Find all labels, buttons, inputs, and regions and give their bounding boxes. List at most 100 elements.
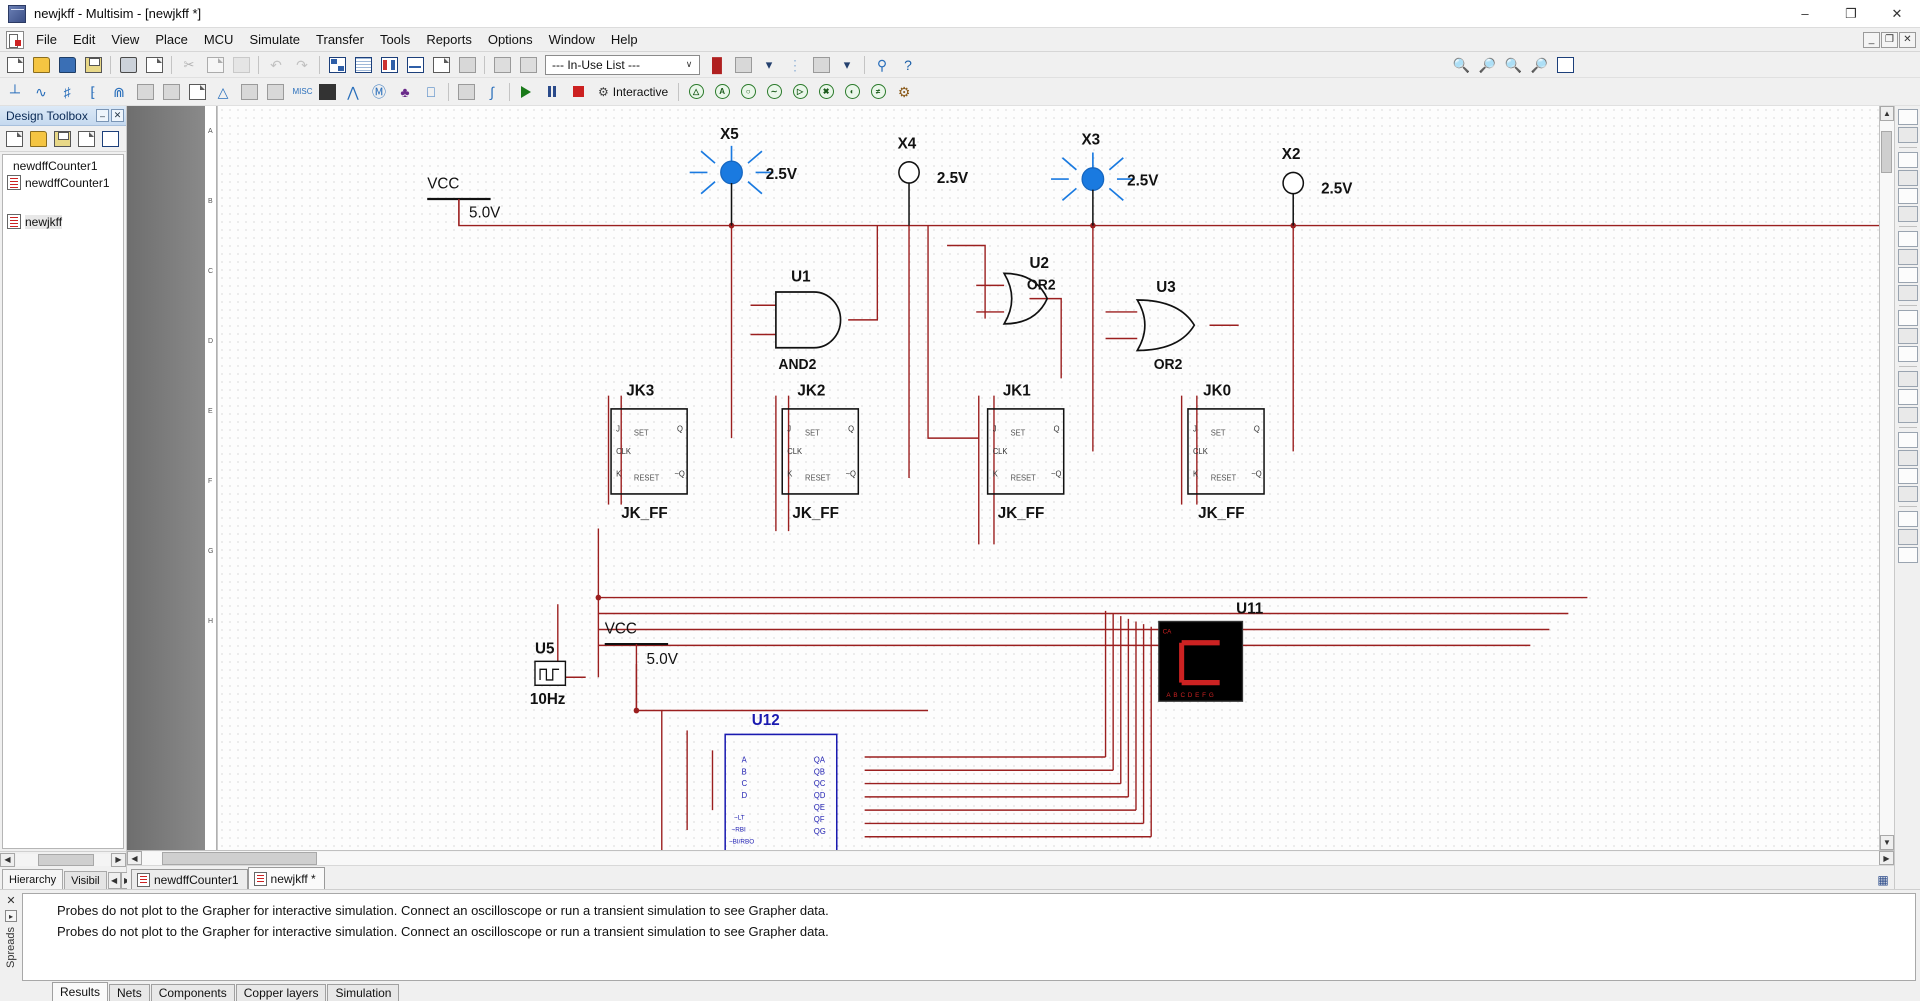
tool-annotate-button[interactable] xyxy=(1897,389,1918,405)
tool-ellipse-button[interactable] xyxy=(1897,206,1918,222)
analysis-distortion-button[interactable]: ✖ xyxy=(814,81,838,103)
tool-rect-button[interactable] xyxy=(1897,188,1918,204)
in-use-list-combo[interactable]: --- In-Use List --- ∨ xyxy=(545,54,700,75)
tool-comment-button[interactable] xyxy=(1897,310,1918,326)
close-button[interactable]: ✕ xyxy=(1874,0,1920,28)
maximize-button[interactable]: ❐ xyxy=(1828,0,1874,28)
place-component-button[interactable] xyxy=(731,54,755,76)
tool-export-button[interactable] xyxy=(1897,407,1918,423)
menu-view[interactable]: View xyxy=(103,29,147,50)
vscroll-thumb[interactable] xyxy=(1881,131,1892,173)
tool-report-button[interactable] xyxy=(1897,547,1918,563)
dtb-properties-button[interactable] xyxy=(100,129,121,149)
paste-button[interactable] xyxy=(229,54,253,76)
tool-settings-button[interactable] xyxy=(1897,450,1918,466)
flipflop-jk2[interactable]: SET RESET J CLK K Q ~Q JK2 JK_FF xyxy=(781,382,860,522)
print-button[interactable] xyxy=(116,54,140,76)
place-source-button[interactable]: ┴ xyxy=(3,81,27,103)
place-ttl-button[interactable] xyxy=(133,81,157,103)
multimeter-button[interactable] xyxy=(454,81,478,103)
place-misc-digital-button[interactable] xyxy=(185,81,209,103)
function-generator-button[interactable]: ∫ xyxy=(480,81,504,103)
postprocessor-button[interactable] xyxy=(429,54,453,76)
tool-line-button[interactable] xyxy=(1897,170,1918,186)
help-search-button[interactable]: ⚲ xyxy=(870,54,894,76)
analysis-monte-carlo-button[interactable]: ≠ xyxy=(866,81,890,103)
analysis-sweep-button[interactable]: ◐ xyxy=(840,81,864,103)
design-toolbox-close-button[interactable]: ✕ xyxy=(111,109,124,122)
scroll-left-arrow-icon[interactable]: ◀ xyxy=(0,852,15,867)
clock-source-u5[interactable]: U5 10Hz xyxy=(530,640,567,708)
design-toolbox-collapse-button[interactable]: – xyxy=(96,109,109,122)
scroll-down-arrow-icon[interactable]: ▼ xyxy=(1880,835,1894,850)
database-manager-button[interactable] xyxy=(377,54,401,76)
schematic-sheet[interactable]: VCC 5.0V VCC 5.0V X5 2.5V X4 2.5V X3 2.5… xyxy=(217,106,1879,850)
toggle-spreadsheet-view-button[interactable] xyxy=(351,54,375,76)
place-rf-button[interactable] xyxy=(315,81,339,103)
menu-mcu[interactable]: MCU xyxy=(196,29,242,50)
menu-simulate[interactable]: Simulate xyxy=(241,29,308,50)
tab-hierarchy[interactable]: Hierarchy xyxy=(2,869,64,889)
tool-select-button[interactable] xyxy=(1897,109,1918,125)
tool-instrument-button[interactable] xyxy=(1897,529,1918,545)
scroll-up-arrow-icon[interactable]: ▲ xyxy=(1880,106,1894,121)
place-analog-button[interactable]: ⋒ xyxy=(107,81,131,103)
place-misc-button[interactable]: MISC xyxy=(289,81,313,103)
bus-dropdown-button[interactable]: ▾ xyxy=(835,54,859,76)
tool-polygon-button[interactable] xyxy=(1897,249,1918,265)
menu-edit[interactable]: Edit xyxy=(65,29,103,50)
context-help-button[interactable]: ? xyxy=(896,54,920,76)
zoom-in-button[interactable]: 🔍 xyxy=(1449,54,1473,76)
tool-bus-button[interactable] xyxy=(1897,267,1918,283)
vcc-symbol-bottom[interactable]: VCC 5.0V xyxy=(604,620,679,711)
menu-place[interactable]: Place xyxy=(147,29,196,50)
results-pane[interactable]: Probes do not plot to the Grapher for in… xyxy=(22,893,1916,981)
place-hierarchical-block-button[interactable]: ♣ xyxy=(393,81,417,103)
open-samples-button[interactable] xyxy=(55,54,79,76)
decoder-u12[interactable]: A B C D ~LT ~RBI ~BI/RBO QA QB QC QD QE xyxy=(724,712,838,850)
design-tree-item-newdffcounter1[interactable]: newdffCounter1 xyxy=(3,173,123,192)
forward-annotate-button[interactable] xyxy=(516,54,540,76)
vcc-symbol-top[interactable]: VCC 5.0V xyxy=(427,175,501,226)
place-power-button[interactable] xyxy=(263,81,287,103)
place-transistor-button[interactable]: ⁅ xyxy=(81,81,105,103)
scroll-left-arrow-icon[interactable]: ◀ xyxy=(127,851,142,865)
tab-nets[interactable]: Nets xyxy=(109,984,150,1001)
place-electromechanical-button[interactable]: ⋀ xyxy=(341,81,365,103)
open-button[interactable] xyxy=(29,54,53,76)
mdi-restore-button[interactable]: ❐ xyxy=(1881,31,1898,48)
display-u11[interactable]: CA ABCDEFG U11 xyxy=(1158,600,1264,702)
insert-separator-button[interactable]: ⋮ xyxy=(783,54,807,76)
hscroll-track[interactable] xyxy=(142,851,1879,865)
design-tree-hscrollbar[interactable]: ◀ ▶ xyxy=(0,851,126,867)
doc-tab-newdffcounter1[interactable]: newdffCounter1 xyxy=(131,869,248,889)
scroll-thumb[interactable] xyxy=(38,853,94,866)
spreadsheet-close-button[interactable]: ✕ xyxy=(6,894,15,907)
new-button[interactable] xyxy=(3,54,27,76)
zoom-area-button[interactable]: 🔍 xyxy=(1501,54,1525,76)
pause-simulation-button[interactable] xyxy=(540,82,564,102)
place-basic-button[interactable]: ∿ xyxy=(29,81,53,103)
place-indicator-button[interactable] xyxy=(237,81,261,103)
tool-grid-button[interactable] xyxy=(1897,328,1918,344)
print-preview-button[interactable] xyxy=(142,54,166,76)
scroll-right-arrow-icon[interactable]: ▶ xyxy=(111,852,126,867)
tool-junction-button[interactable] xyxy=(1897,285,1918,301)
zoom-fit-button[interactable]: 🔎 xyxy=(1527,54,1551,76)
tool-zoom-button[interactable] xyxy=(1897,468,1918,484)
tool-refresh-button[interactable] xyxy=(1897,432,1918,448)
run-simulation-button[interactable] xyxy=(514,82,538,102)
scroll-track[interactable] xyxy=(16,853,110,866)
analysis-transient-button[interactable]: ○ xyxy=(736,81,760,103)
grapher-button[interactable] xyxy=(403,54,427,76)
probe-x3[interactable]: X3 2.5V xyxy=(1051,131,1159,226)
tab-visibility[interactable]: Visibil xyxy=(64,871,107,889)
tab-results[interactable]: Results xyxy=(52,982,109,1001)
analysis-dc-button[interactable]: △ xyxy=(684,81,708,103)
probe-x5[interactable]: X5 2.5V xyxy=(689,126,798,226)
vscroll-track[interactable] xyxy=(1880,121,1894,835)
dtb-rename-sheet-button[interactable] xyxy=(76,129,97,149)
toggle-design-toolbox-button[interactable] xyxy=(325,54,349,76)
gate-u1[interactable]: U1 AND2 xyxy=(775,268,842,373)
scroll-right-arrow-icon[interactable]: ▶ xyxy=(1879,851,1894,865)
